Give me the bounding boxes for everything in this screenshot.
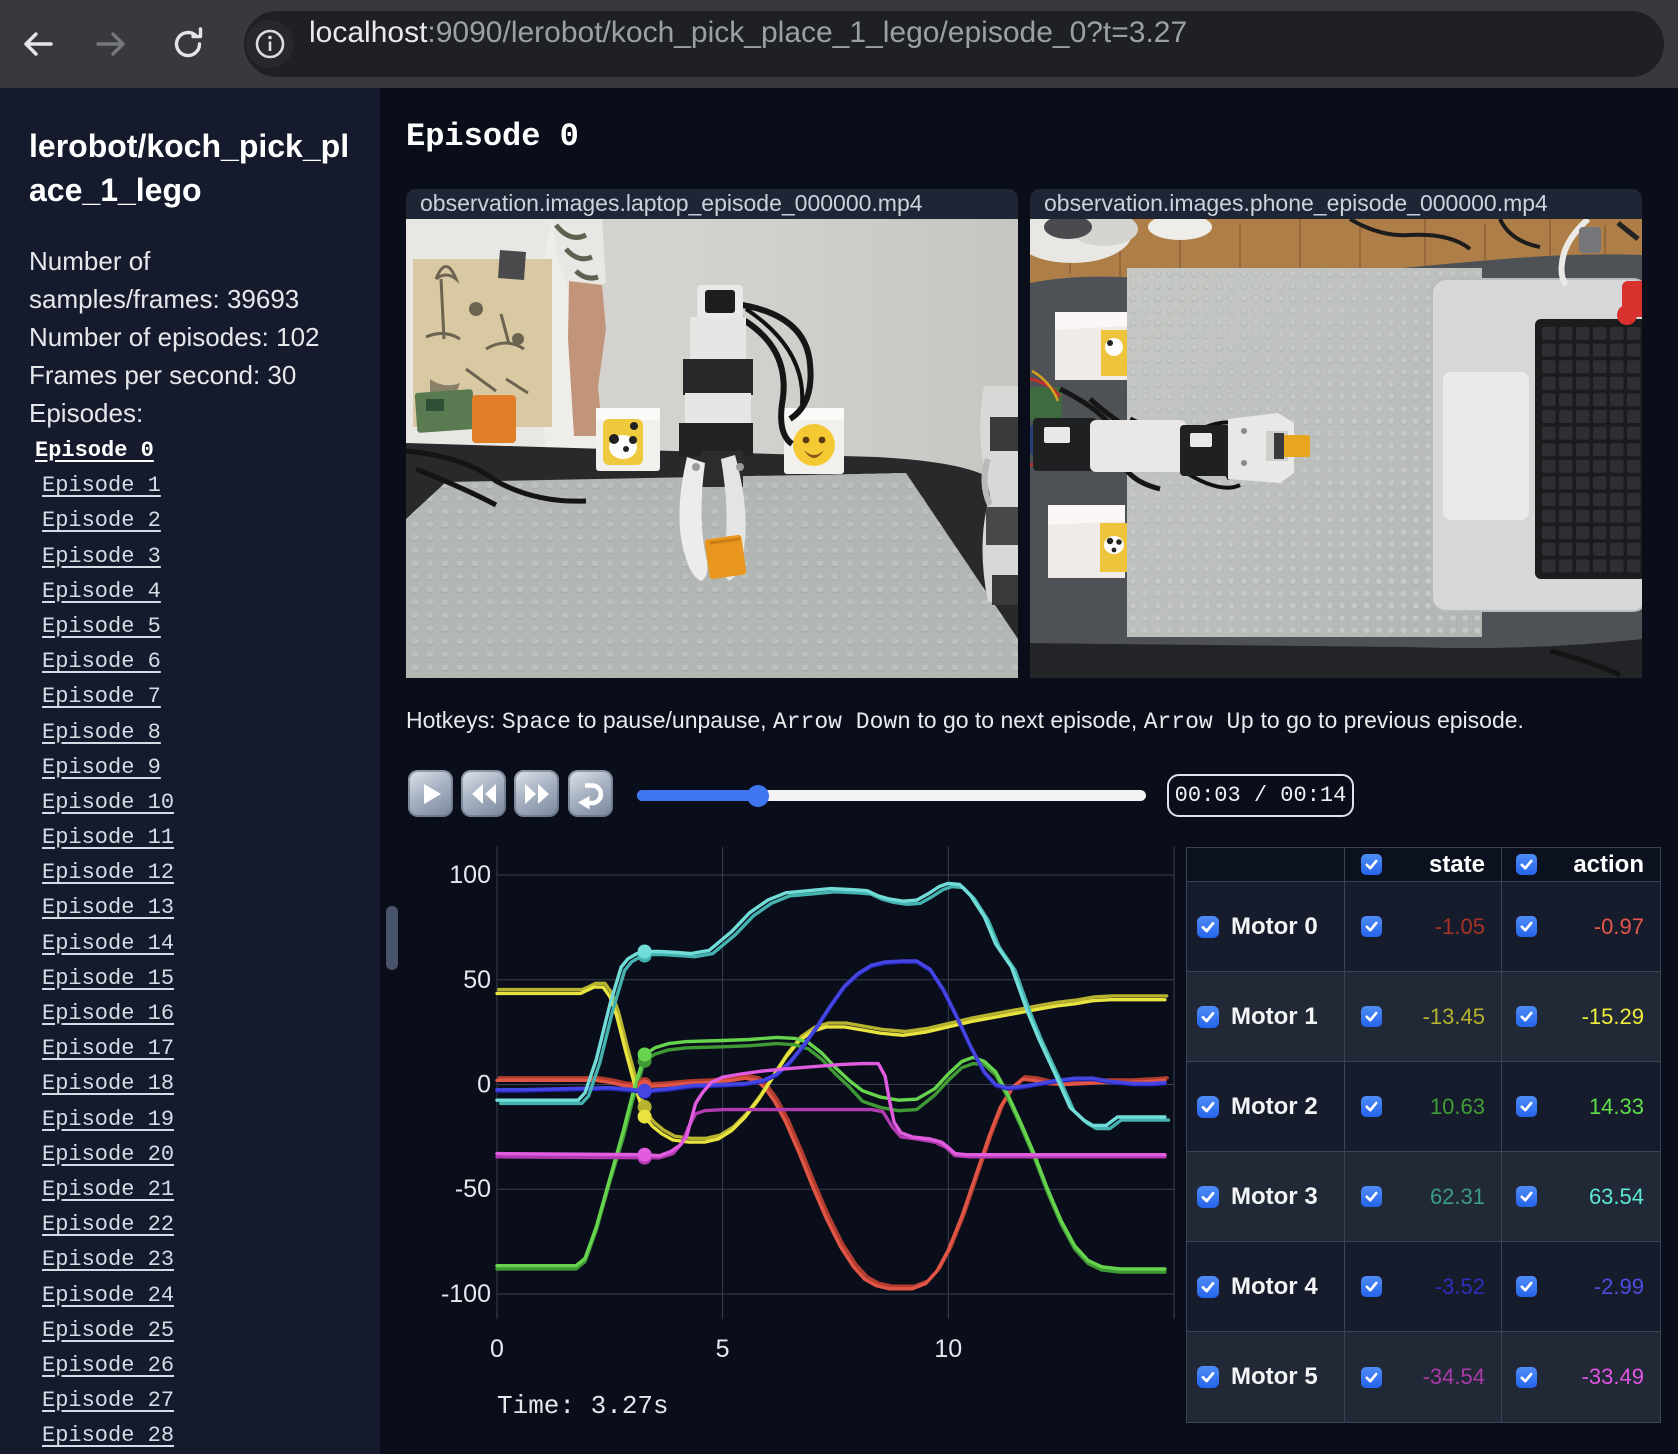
svg-text:10: 10 bbox=[934, 1335, 962, 1363]
svg-text:-100: -100 bbox=[441, 1280, 491, 1308]
svg-text:100: 100 bbox=[449, 861, 491, 889]
svg-text:0: 0 bbox=[490, 1335, 504, 1363]
svg-text:5: 5 bbox=[716, 1335, 730, 1363]
svg-text:0: 0 bbox=[477, 1071, 491, 1099]
svg-text:50: 50 bbox=[463, 966, 491, 994]
svg-text:-50: -50 bbox=[455, 1175, 491, 1203]
